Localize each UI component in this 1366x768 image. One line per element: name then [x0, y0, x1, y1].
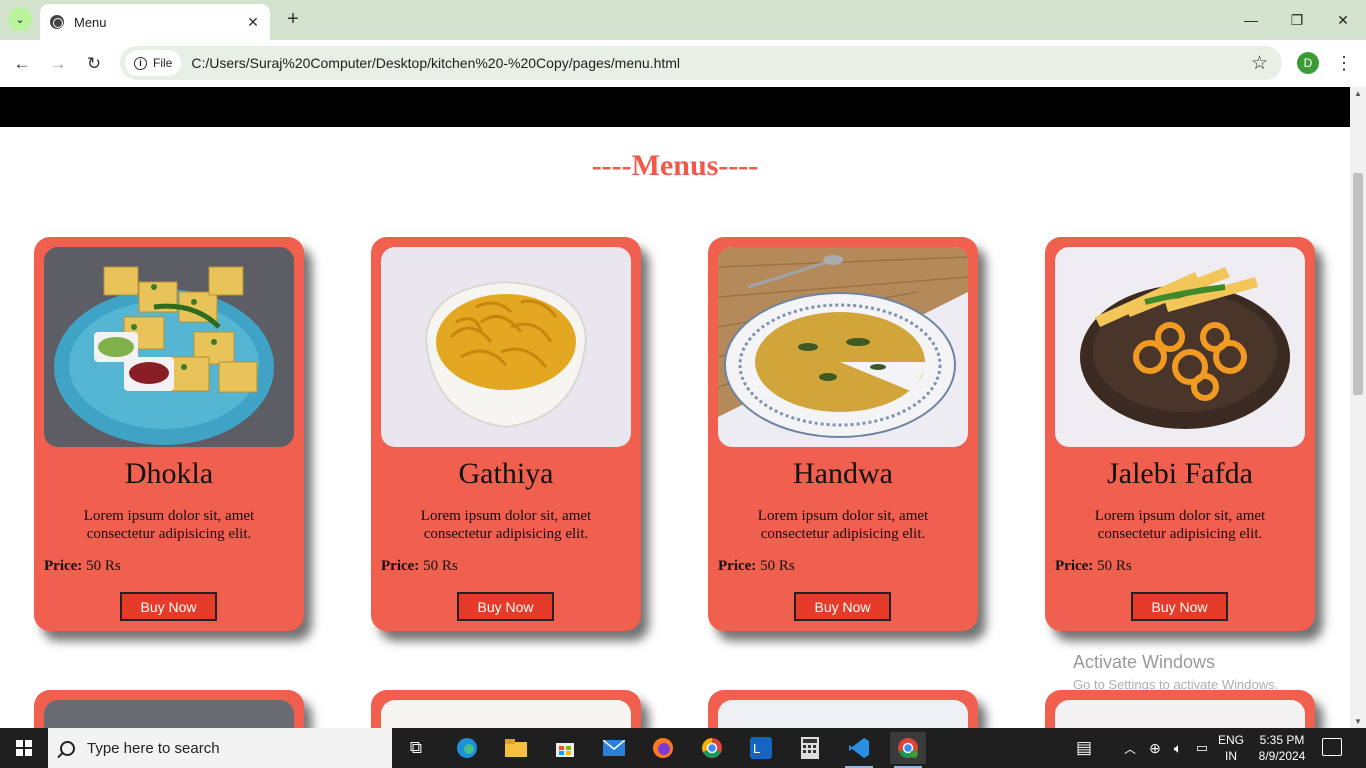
- price-value: 50 Rs: [1097, 558, 1132, 574]
- app-icon[interactable]: L: [743, 732, 779, 764]
- buy-now-button[interactable]: Buy Now: [1131, 592, 1228, 621]
- clock-time: 5:35 PM: [1259, 733, 1305, 747]
- reload-button[interactable]: ↻: [80, 50, 108, 78]
- profile-avatar[interactable]: D: [1297, 52, 1319, 74]
- menu-card-row2-1: [34, 690, 304, 728]
- scroll-thumb[interactable]: [1353, 173, 1363, 395]
- page-scrollbar[interactable]: ▲ ▼: [1350, 87, 1366, 728]
- tab-search-icon[interactable]: ⌄: [8, 7, 32, 31]
- info-icon: i: [134, 56, 147, 70]
- minimize-button[interactable]: —: [1228, 0, 1274, 40]
- language-code: ENG: [1217, 733, 1244, 747]
- menu-card-gathiya: Gathiya Lorem ipsum dolor sit, amet cons…: [371, 237, 641, 631]
- dish-image: [44, 700, 294, 728]
- chrome-profile-icon[interactable]: [890, 732, 926, 768]
- activate-windows-title: Activate Windows: [1073, 652, 1216, 672]
- site-navbar: [0, 87, 1350, 127]
- menus-heading: ----Menus----: [591, 149, 759, 182]
- bookmark-star-icon[interactable]: ☆: [1251, 52, 1268, 75]
- price-value: 50 Rs: [86, 558, 121, 574]
- activate-windows-subtitle: Go to Settings to activate Windows.: [1073, 677, 1279, 692]
- address-bar-row: ← → ↻ i File C:/Users/Suraj%20Computer/D…: [0, 40, 1366, 87]
- card-title: Gathiya: [458, 457, 554, 490]
- search-placeholder: Type here to search: [87, 739, 220, 757]
- menu-card-dhokla: Dhokla Lorem ipsum dolor sit, amet conse…: [34, 237, 304, 631]
- language-indicator[interactable]: ENG IN: [1214, 732, 1248, 764]
- back-button[interactable]: ←: [8, 50, 36, 78]
- buy-now-button[interactable]: Buy Now: [120, 592, 217, 621]
- scroll-down-icon[interactable]: ▼: [1354, 717, 1362, 726]
- card-description: Lorem ipsum dolor sit, amet consectetur …: [420, 508, 592, 542]
- menu-card-row2-3: [708, 690, 978, 728]
- dhokla-image: [44, 247, 294, 447]
- price-label: Price:: [1055, 558, 1094, 574]
- edge-icon[interactable]: [449, 732, 485, 764]
- menu-card-jalebi-fafda: Jalebi Fafda Lorem ipsum dolor sit, amet…: [1045, 237, 1315, 631]
- card-price: Price: 50 Rs: [1055, 558, 1132, 575]
- close-window-button[interactable]: ✕: [1320, 0, 1366, 40]
- store-icon[interactable]: [547, 732, 583, 764]
- jalebi-fafda-image: [1055, 247, 1305, 447]
- price-value: 50 Rs: [423, 558, 458, 574]
- url-text[interactable]: C:/Users/Suraj%20Computer/Desktop/kitche…: [191, 55, 680, 71]
- menu-card-row2-2: [371, 690, 641, 728]
- buy-now-button[interactable]: Buy Now: [794, 592, 891, 621]
- menu-card-handwa: Handwa Lorem ipsum dolor sit, amet conse…: [708, 237, 978, 631]
- dish-image: [381, 700, 631, 728]
- gathiya-image: [381, 247, 631, 447]
- price-value: 50 Rs: [760, 558, 795, 574]
- price-label: Price:: [44, 558, 83, 574]
- menu-card-row2-4: [1045, 690, 1315, 728]
- restore-button[interactable]: ❐: [1274, 0, 1320, 40]
- card-price: Price: 50 Rs: [381, 558, 458, 575]
- file-explorer-icon[interactable]: [498, 732, 534, 764]
- card-price: Price: 50 Rs: [718, 558, 795, 575]
- dish-image: [718, 700, 968, 728]
- region-code: IN: [1225, 749, 1237, 763]
- browser-tab[interactable]: Menu ✕: [40, 4, 270, 40]
- vscode-icon[interactable]: [841, 732, 877, 768]
- card-description: Lorem ipsum dolor sit, amet consectetur …: [83, 508, 255, 542]
- page-viewport: ----Menus---- Dhokla Lorem ipsum dolor s…: [0, 87, 1366, 728]
- buy-now-button[interactable]: Buy Now: [457, 592, 554, 621]
- notification-icon[interactable]: [1322, 738, 1342, 756]
- start-button[interactable]: [0, 728, 48, 768]
- chrome-icon[interactable]: [694, 732, 730, 764]
- calculator-icon[interactable]: [792, 732, 828, 764]
- price-label: Price:: [381, 558, 420, 574]
- card-title: Jalebi Fafda: [1107, 457, 1253, 490]
- price-label: Price:: [718, 558, 757, 574]
- forward-button[interactable]: →: [44, 50, 72, 78]
- browser-tab-strip: ⌄ Menu ✕ + — ❐ ✕: [0, 0, 1366, 40]
- search-icon: [60, 740, 75, 756]
- card-description: Lorem ipsum dolor sit, amet consectetur …: [757, 508, 929, 542]
- omnibox[interactable]: i File C:/Users/Suraj%20Computer/Desktop…: [120, 46, 1282, 80]
- card-description: Lorem ipsum dolor sit, amet consectetur …: [1094, 508, 1266, 542]
- tab-title: Menu: [74, 14, 107, 30]
- task-view-icon[interactable]: ⧉: [398, 732, 434, 764]
- card-title: Dhokla: [124, 457, 214, 490]
- handwa-image: [718, 247, 968, 447]
- kebab-menu-icon[interactable]: ⋮: [1334, 50, 1354, 76]
- tab-close-icon[interactable]: ✕: [242, 11, 264, 33]
- scroll-up-icon[interactable]: ▲: [1354, 89, 1362, 98]
- windows-taskbar: Type here to search ⧉ L ▤ ︿ ⊕ 🔈︎ ▭ ENG I…: [0, 728, 1366, 768]
- firefox-icon[interactable]: [645, 732, 681, 764]
- windows-logo-icon: [16, 740, 32, 756]
- card-title: Handwa: [793, 457, 893, 490]
- news-icon[interactable]: ▤: [1066, 732, 1102, 764]
- mail-icon[interactable]: [596, 732, 632, 764]
- site-info-chip[interactable]: i File: [125, 50, 182, 76]
- globe-icon: [50, 15, 64, 29]
- svg-text:L: L: [753, 741, 760, 756]
- new-tab-button[interactable]: +: [282, 8, 304, 30]
- taskbar-search[interactable]: Type here to search: [48, 728, 392, 768]
- file-chip-label: File: [153, 56, 173, 70]
- dish-image: [1055, 700, 1305, 728]
- card-price: Price: 50 Rs: [44, 558, 121, 575]
- clock[interactable]: 5:35 PM 8/9/2024: [1250, 732, 1314, 764]
- clock-date: 8/9/2024: [1258, 749, 1306, 763]
